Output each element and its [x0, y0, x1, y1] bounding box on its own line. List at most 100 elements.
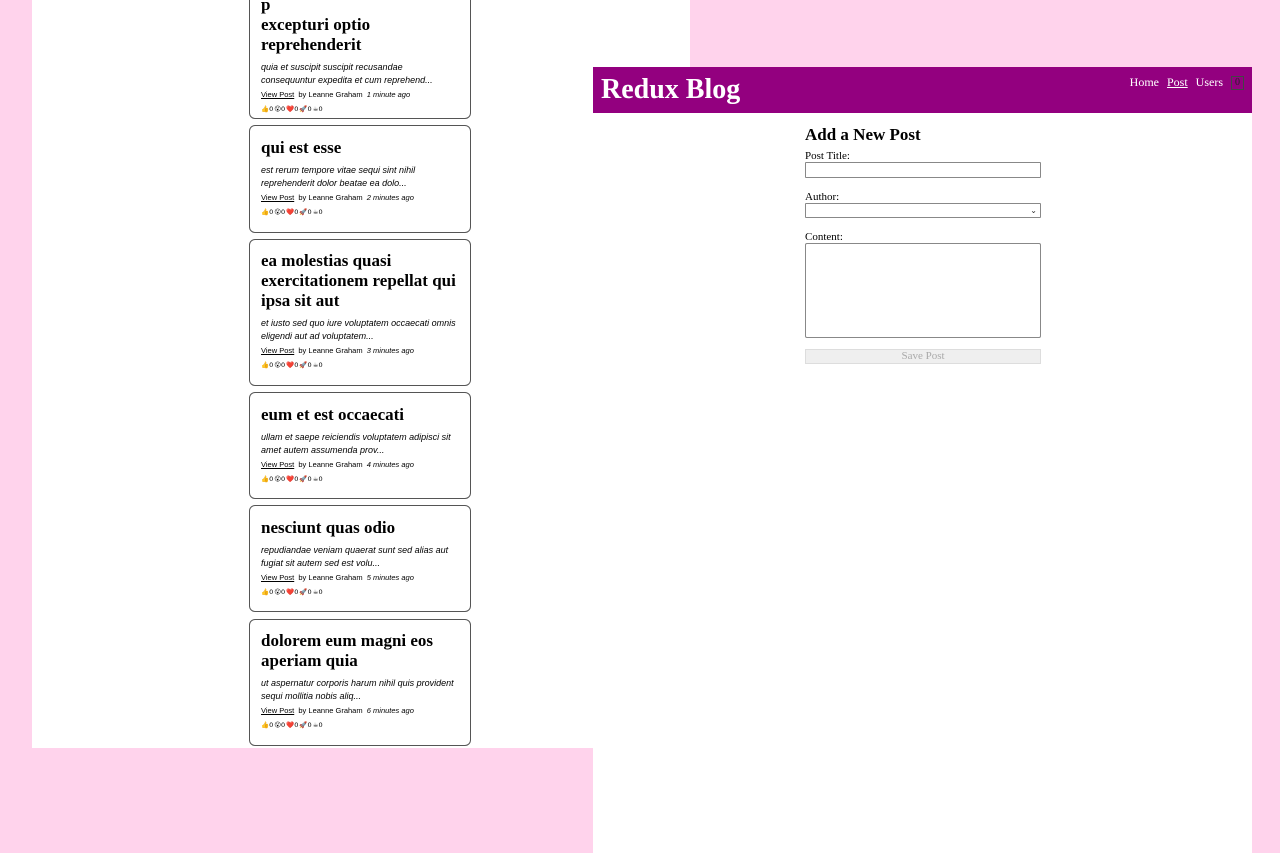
- view-post-link[interactable]: View Post: [261, 90, 294, 99]
- view-post-link[interactable]: View Post: [261, 193, 294, 202]
- post-title-line: excepturi optio: [261, 15, 371, 34]
- post-title: eum et est occaecati: [261, 405, 405, 424]
- wow-icon: 😮: [274, 588, 282, 596]
- post-card: dolorem eum magni eos aperiam quia ut as…: [249, 619, 471, 746]
- post-author: by Leanne Graham: [298, 193, 363, 202]
- reaction-button[interactable]: 😮0: [274, 361, 285, 369]
- post-title-input[interactable]: [805, 162, 1041, 178]
- reaction-button[interactable]: 😮0: [274, 721, 285, 729]
- post-excerpt: quia et suscipit suscipit recusandae con…: [261, 62, 433, 85]
- post-meta: View Post by Leanne Graham 3 minutes ago: [261, 346, 459, 355]
- reaction-button[interactable]: 😮0: [274, 475, 285, 483]
- reaction-count: 0: [294, 475, 299, 483]
- thumbs-up-icon: 👍: [261, 475, 270, 483]
- reaction-button[interactable]: ❤️0: [286, 721, 298, 729]
- reaction-button[interactable]: 🚀0: [299, 475, 311, 483]
- reaction-button[interactable]: ☕0: [313, 475, 323, 483]
- reaction-button[interactable]: ❤️0: [286, 361, 298, 369]
- post-time: 6 minutes ago: [366, 706, 414, 715]
- reaction-button[interactable]: ☕0: [313, 105, 323, 113]
- reaction-button[interactable]: ☕0: [313, 588, 323, 596]
- reaction-button[interactable]: 🚀0: [299, 588, 311, 596]
- reaction-button[interactable]: 😮0: [274, 105, 285, 113]
- view-post-link[interactable]: View Post: [261, 346, 294, 355]
- post-title: qui est esse: [261, 138, 342, 157]
- reaction-button[interactable]: ☕0: [313, 208, 323, 216]
- wow-icon: 😮: [274, 721, 282, 729]
- reaction-count: 0: [318, 588, 323, 596]
- reaction-count: 0: [281, 105, 286, 113]
- post-meta: View Post by Leanne Graham 5 minutes ago: [261, 573, 459, 582]
- reaction-count: 0: [269, 105, 274, 113]
- post-card: p excepturi optio reprehenderit quia et …: [249, 0, 471, 119]
- view-post-link[interactable]: View Post: [261, 573, 294, 582]
- nav-users-link[interactable]: Users: [1196, 75, 1223, 90]
- post-card: eum et est occaecati ullam et saepe reic…: [249, 392, 471, 499]
- reaction-bar: 👍0😮0❤️0🚀0☕0: [261, 588, 459, 596]
- chevron-down-icon: ⌄: [1030, 206, 1037, 215]
- reaction-button[interactable]: 🚀0: [299, 208, 311, 216]
- save-post-button[interactable]: Save Post: [805, 349, 1041, 364]
- reaction-button[interactable]: 👍0: [261, 105, 273, 113]
- post-author: by Leanne Graham: [298, 460, 363, 469]
- add-post-form: Add a New Post Post Title: Author: ⌄ Con…: [805, 124, 1041, 364]
- reaction-button[interactable]: 👍0: [261, 208, 273, 216]
- reaction-button[interactable]: 😮0: [274, 588, 285, 596]
- count-badge[interactable]: 0: [1231, 75, 1244, 90]
- post-time: 1 minute ago: [366, 90, 411, 99]
- view-post-link[interactable]: View Post: [261, 706, 294, 715]
- thumbs-up-icon: 👍: [261, 588, 270, 596]
- post-time: 2 minutes ago: [366, 193, 414, 202]
- reaction-button[interactable]: 👍0: [261, 475, 273, 483]
- reaction-count: 0: [294, 361, 299, 369]
- reaction-button[interactable]: 🚀0: [299, 721, 311, 729]
- post-title-line: reprehenderit: [261, 35, 362, 54]
- thumbs-up-icon: 👍: [261, 721, 270, 729]
- reaction-button[interactable]: 👍0: [261, 588, 273, 596]
- reaction-count: 0: [318, 361, 323, 369]
- reaction-button[interactable]: ☕0: [313, 361, 323, 369]
- reaction-count: 0: [269, 475, 274, 483]
- reaction-button[interactable]: 🚀0: [299, 361, 311, 369]
- post-time: 3 minutes ago: [366, 346, 414, 355]
- reaction-count: 0: [307, 721, 312, 729]
- reaction-button[interactable]: ❤️0: [286, 475, 298, 483]
- reaction-button[interactable]: ☕0: [313, 721, 323, 729]
- reaction-button[interactable]: ❤️0: [286, 208, 298, 216]
- reaction-button[interactable]: 🚀0: [299, 105, 311, 113]
- reaction-count: 0: [318, 105, 323, 113]
- view-post-link[interactable]: View Post: [261, 460, 294, 469]
- reaction-bar: 👍0😮0❤️0🚀0☕0: [261, 721, 459, 729]
- nav-post-link[interactable]: Post: [1167, 75, 1188, 90]
- post-excerpt: repudiandae veniam quaerat sunt sed alia…: [261, 545, 449, 568]
- nav-home-link[interactable]: Home: [1130, 75, 1159, 90]
- reaction-button[interactable]: 👍0: [261, 361, 273, 369]
- post-excerpt: et iusto sed quo iure voluptatem occaeca…: [261, 318, 456, 341]
- reaction-count: 0: [307, 588, 312, 596]
- author-select[interactable]: ⌄: [805, 203, 1041, 218]
- reaction-count: 0: [269, 721, 274, 729]
- content-label: Content:: [805, 231, 843, 243]
- post-title: p excepturi optio reprehenderit: [261, 0, 459, 55]
- post-title: ea molestias quasi exercitationem repell…: [261, 251, 456, 310]
- reaction-bar: 👍0😮0❤️0🚀0☕0: [261, 208, 459, 216]
- reaction-count: 0: [269, 208, 274, 216]
- content-textarea[interactable]: [805, 243, 1041, 338]
- post-title-label: Post Title:: [805, 150, 850, 162]
- reaction-button[interactable]: 😮0: [274, 208, 285, 216]
- post-author: by Leanne Graham: [298, 90, 363, 99]
- post-card: nesciunt quas odio repudiandae veniam qu…: [249, 505, 471, 612]
- reaction-button[interactable]: ❤️0: [286, 105, 298, 113]
- reaction-count: 0: [318, 475, 323, 483]
- reaction-count: 0: [318, 721, 323, 729]
- reaction-button[interactable]: 👍0: [261, 721, 273, 729]
- reaction-count: 0: [294, 208, 299, 216]
- wow-icon: 😮: [274, 105, 282, 113]
- add-post-window: Redux Blog Home Post Users 0 Add a New P…: [593, 67, 1252, 853]
- reaction-button[interactable]: ❤️0: [286, 588, 298, 596]
- reaction-bar: 👍0😮0❤️0🚀0☕0: [261, 105, 459, 113]
- form-heading: Add a New Post: [805, 125, 921, 144]
- reaction-count: 0: [307, 208, 312, 216]
- post-author: by Leanne Graham: [298, 346, 363, 355]
- reaction-count: 0: [307, 361, 312, 369]
